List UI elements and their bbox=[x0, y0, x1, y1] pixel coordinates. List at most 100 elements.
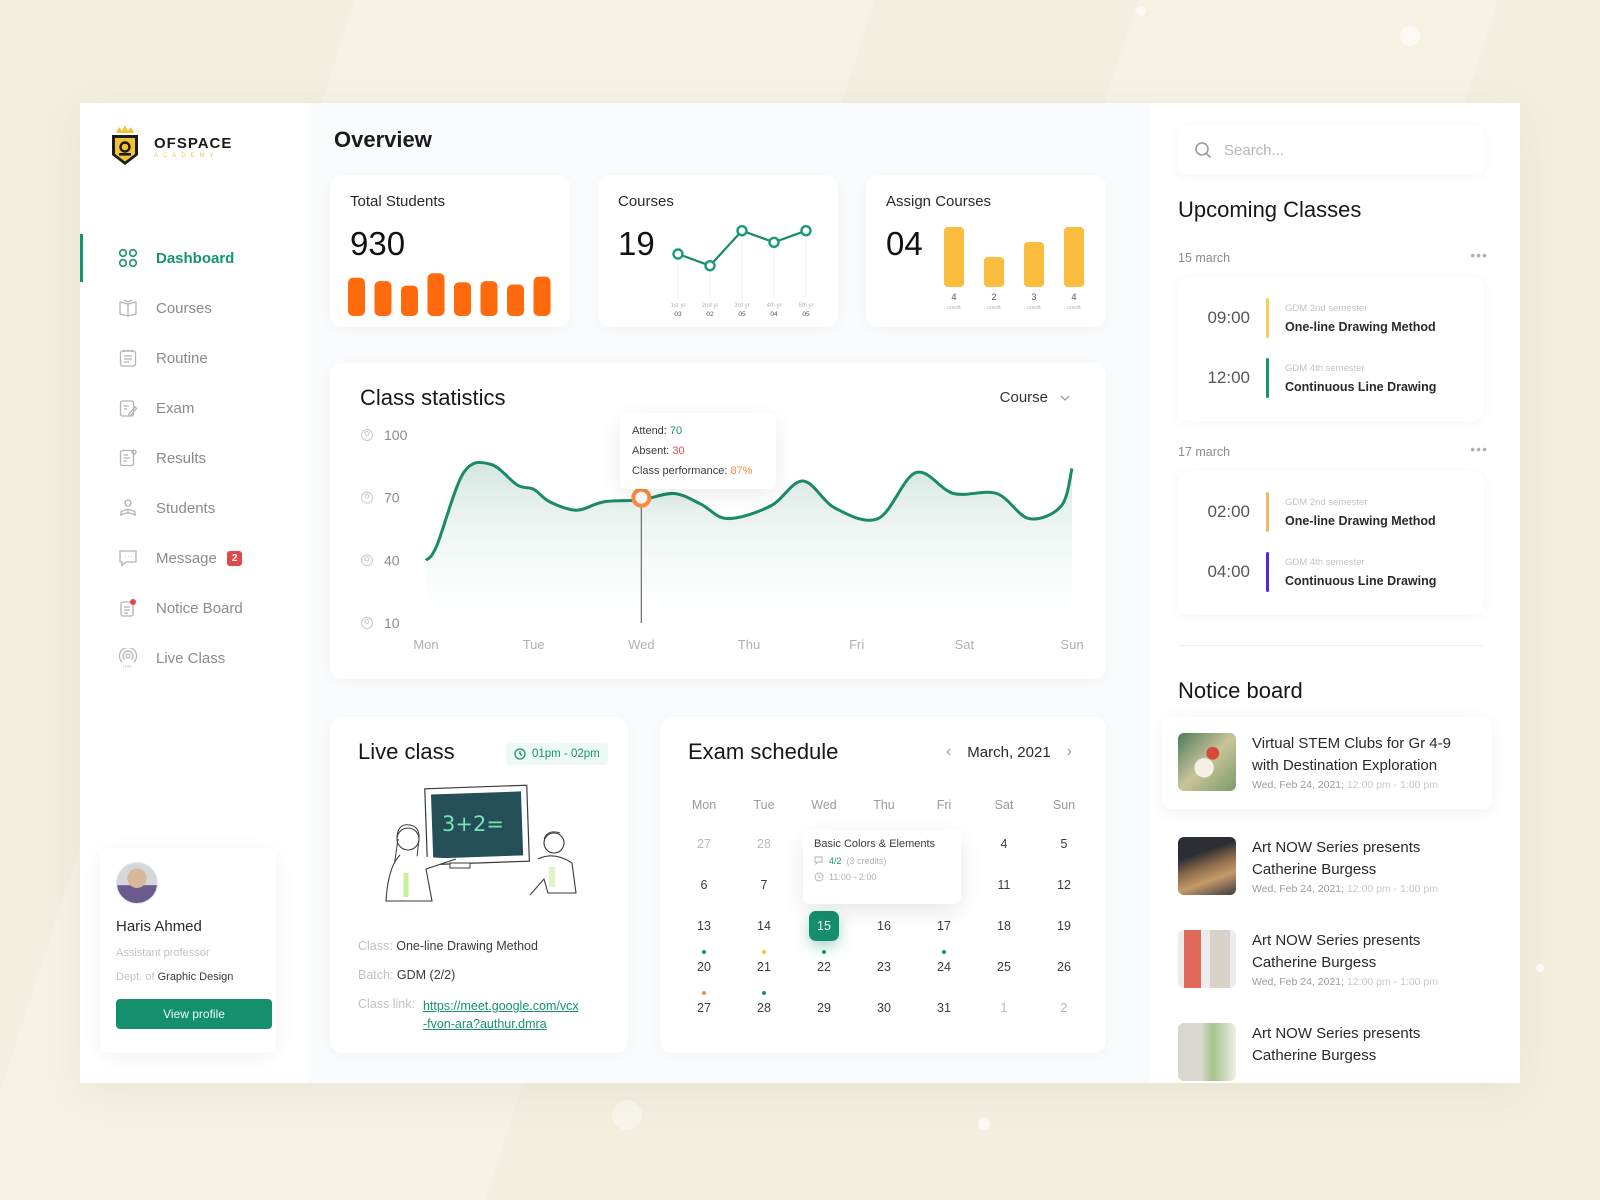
clock-icon bbox=[514, 748, 526, 760]
exam-icon bbox=[118, 398, 138, 418]
day-number: 31 bbox=[937, 1000, 951, 1015]
x-tick-label: 5th yr bbox=[798, 303, 813, 309]
calendar-day[interactable]: 29 bbox=[794, 987, 854, 1028]
sidebar-item-live-class[interactable]: LIVE Live Class bbox=[80, 633, 308, 683]
sidebar-nav: Dashboard Courses Routine Exam Results S… bbox=[80, 233, 308, 683]
sidebar-item-exam[interactable]: Exam bbox=[80, 383, 308, 433]
students-bar-chart bbox=[348, 273, 551, 316]
day-number: 21 bbox=[757, 959, 771, 974]
weekday-label: Thu bbox=[873, 798, 895, 812]
notice-item[interactable]: Art NOW Series presents Catherine Burges… bbox=[1162, 1007, 1492, 1083]
upcoming-class-item[interactable]: 12:00 GDM 4th semester Continuous Line D… bbox=[1198, 357, 1436, 399]
credit-value: 4 bbox=[951, 292, 956, 302]
calendar-day[interactable]: 1 bbox=[974, 987, 1034, 1028]
background-shape bbox=[1102, 0, 1498, 110]
sidebar-item-notice-board[interactable]: Notice Board bbox=[80, 583, 308, 633]
x-tick-label: 3rd yr bbox=[734, 303, 749, 309]
calendar-day[interactable]: 7 bbox=[734, 864, 794, 905]
calendar-day[interactable]: 27 bbox=[674, 987, 734, 1028]
calendar-day[interactable]: 2 bbox=[1034, 987, 1094, 1028]
calendar-day[interactable]: 23 bbox=[854, 946, 914, 987]
view-profile-button[interactable]: View profile bbox=[116, 999, 272, 1029]
batch-label: Batch: bbox=[358, 968, 394, 982]
student-bar bbox=[454, 282, 471, 316]
calendar-day[interactable]: 28 bbox=[734, 987, 794, 1028]
calendar-day[interactable]: 5 bbox=[1034, 823, 1094, 864]
sidebar-item-courses[interactable]: Courses bbox=[80, 283, 308, 333]
batch-info: Batch: GDM (2/2) bbox=[358, 968, 455, 982]
calendar-day[interactable]: 25 bbox=[974, 946, 1034, 987]
avatar[interactable] bbox=[116, 862, 158, 904]
sidebar-item-message[interactable]: Message 2 bbox=[80, 533, 308, 583]
x-tick-label: Wed bbox=[628, 637, 655, 652]
calendar-day[interactable]: 19 bbox=[1034, 905, 1094, 946]
courses-card[interactable]: Courses 19 1st yr 03 2nd yr 02 3rd yr 05 4th y… bbox=[598, 175, 838, 327]
weekday-label: Mon bbox=[691, 798, 717, 812]
assign-courses-card[interactable]: Assign Courses 04 4 credit 2 credit 3 credit 4… bbox=[866, 175, 1106, 327]
calendar-day[interactable]: 11 bbox=[974, 864, 1034, 905]
profile-department: Dept. of Graphic Design bbox=[116, 971, 260, 983]
calendar-day[interactable]: 12 bbox=[1034, 864, 1094, 905]
notice-time: 12:00 pm - 1:00 pm bbox=[1346, 883, 1439, 895]
calendar-day[interactable]: 6 bbox=[674, 864, 734, 905]
notice-item[interactable]: Virtual STEM Clubs for Gr 4-9 with Desti… bbox=[1162, 717, 1492, 809]
notice-item[interactable]: Art NOW Series presents Catherine Burges… bbox=[1162, 914, 1492, 1006]
notice-item[interactable]: Art NOW Series presents Catherine Burges… bbox=[1162, 821, 1492, 913]
calendar-day[interactable]: 18 bbox=[974, 905, 1034, 946]
batch-value: GDM (2/2) bbox=[396, 968, 456, 982]
x-tick-label: Tue bbox=[523, 637, 545, 652]
calendar-day[interactable]: 24 bbox=[914, 946, 974, 987]
calendar-day[interactable]: 22 bbox=[794, 946, 854, 987]
calendar-day[interactable]: 13 bbox=[674, 905, 734, 946]
sidebar-item-students[interactable]: Students bbox=[80, 483, 308, 533]
calendar-day[interactable]: 16 bbox=[854, 905, 914, 946]
absent-value: 30 bbox=[672, 445, 685, 457]
exam-indicator-dot bbox=[942, 950, 946, 954]
class-link[interactable]: https://meet.google.com/vcx -fvon-ara?au… bbox=[423, 997, 579, 1033]
upcoming-class-item[interactable]: 04:00 GDM 4th semester Continuous Line D… bbox=[1198, 551, 1436, 593]
notice-thumbnail bbox=[1178, 1023, 1236, 1081]
calendar-day[interactable]: 4 bbox=[974, 823, 1034, 864]
students-icon bbox=[361, 554, 373, 567]
class-semester: GDM 4th semester bbox=[1285, 362, 1365, 374]
x-tick-value: 02 bbox=[706, 311, 714, 318]
calendar-day[interactable]: 14 bbox=[734, 905, 794, 946]
highlight-point[interactable] bbox=[631, 487, 652, 508]
weekday-label: Wed bbox=[811, 798, 837, 812]
search-input[interactable] bbox=[1224, 141, 1464, 159]
sidebar-item-dashboard[interactable]: Dashboard bbox=[80, 233, 308, 283]
calendar-day[interactable]: 30 bbox=[854, 987, 914, 1028]
calendar-day-selected[interactable]: 15 bbox=[794, 905, 854, 946]
prev-month-button[interactable]: ‹ bbox=[946, 743, 951, 761]
more-options-button[interactable]: ••• bbox=[1470, 247, 1488, 263]
day-number: 30 bbox=[877, 1000, 891, 1015]
courses-point bbox=[800, 224, 812, 237]
next-month-button[interactable]: › bbox=[1067, 743, 1072, 761]
total-students-card[interactable]: Total Students 930 bbox=[330, 175, 570, 327]
background-dot bbox=[1136, 6, 1146, 16]
calendar-day[interactable]: 21 bbox=[734, 946, 794, 987]
sidebar-item-routine[interactable]: Routine bbox=[80, 333, 308, 383]
sidebar-item-results[interactable]: Results bbox=[80, 433, 308, 483]
more-options-button[interactable]: ••• bbox=[1470, 441, 1488, 457]
class-info: Class: One-line Drawing Method bbox=[358, 939, 538, 953]
day-number: 23 bbox=[877, 959, 891, 974]
calendar-day[interactable]: 27 bbox=[674, 823, 734, 864]
search-bar[interactable] bbox=[1178, 125, 1484, 175]
exam-title: Basic Colors & Elements bbox=[814, 838, 936, 850]
day-number: 6 bbox=[700, 877, 708, 892]
divider bbox=[1178, 645, 1484, 646]
sidebar-item-label: Notice Board bbox=[156, 599, 243, 617]
courses-line-chart: 1st yr 03 2nd yr 02 3rd yr 05 4th yr 04 5th yr 05 bbox=[671, 224, 814, 318]
routine-icon bbox=[118, 348, 138, 368]
exam-credits: (3 credits) bbox=[846, 856, 887, 866]
calendar-day[interactable]: 28 bbox=[734, 823, 794, 864]
calendar-day[interactable]: 26 bbox=[1034, 946, 1094, 987]
upcoming-class-item[interactable]: 09:00 GDM 2nd semester One-line Drawing … bbox=[1198, 297, 1436, 339]
calendar-day[interactable]: 20 bbox=[674, 946, 734, 987]
logo[interactable]: OFSPACE ACADEMY bbox=[110, 125, 232, 169]
calendar-day[interactable]: 17 bbox=[914, 905, 974, 946]
calendar-day[interactable]: 31 bbox=[914, 987, 974, 1028]
upcoming-class-item[interactable]: 02:00 GDM 2nd semester One-line Drawing … bbox=[1198, 491, 1436, 533]
stat-label: Assign Courses bbox=[886, 193, 992, 210]
